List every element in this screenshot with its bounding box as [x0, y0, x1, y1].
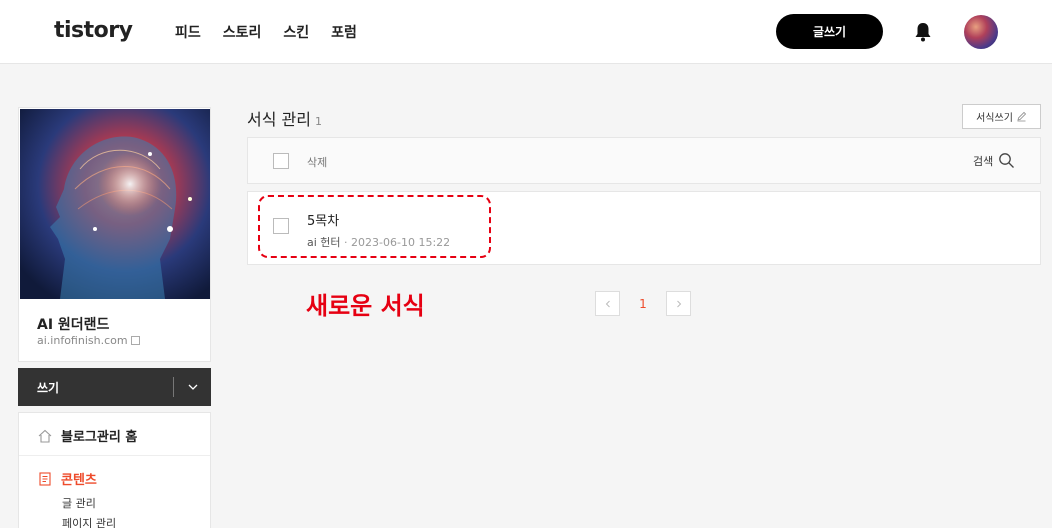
chevron-right-icon — [676, 300, 681, 307]
blog-name: AI 원더랜드 — [37, 317, 110, 333]
select-all-checkbox[interactable] — [273, 153, 289, 169]
blog-cover-image — [20, 109, 210, 299]
search-button[interactable]: 검색 — [973, 152, 1015, 169]
sidebar-write-button[interactable]: 쓰기 — [37, 379, 59, 396]
blog-profile-card: AI 원더랜드 ai.infofinish.com — [18, 107, 211, 362]
annotation-text: 새로운 서식 — [306, 292, 425, 320]
list-toolbar: 삭제 검색 — [247, 137, 1041, 184]
sidebar-item-home[interactable]: 블로그관리 홈 — [37, 426, 137, 445]
blog-url-text[interactable]: ai.infofinish.com — [37, 334, 128, 347]
new-template-label: 서식쓰기 — [976, 113, 1013, 124]
sidebar-subitem-posts[interactable]: 글 관리 — [62, 495, 96, 511]
home-icon — [38, 429, 52, 443]
tistory-logo[interactable]: tistory — [54, 18, 133, 43]
chevron-down-icon[interactable] — [184, 378, 202, 396]
delete-button[interactable]: 삭제 — [307, 154, 327, 170]
nav-feed[interactable]: 피드 — [175, 22, 201, 42]
sidebar-item-label: 콘텐츠 — [61, 473, 97, 488]
pagination: 1 — [595, 291, 691, 316]
write-post-button[interactable]: 글쓰기 — [776, 14, 883, 49]
external-link-icon — [130, 336, 140, 345]
nav-skin[interactable]: 스킨 — [283, 22, 309, 42]
prev-page-button[interactable] — [595, 291, 620, 316]
top-header: tistory 피드 스토리 스킨 포럼 글쓰기 — [0, 0, 1052, 64]
sidebar-menu: 블로그관리 홈 콘텐츠 글 관리 페이지 관리 — [18, 412, 211, 528]
search-label: 검색 — [973, 154, 994, 168]
document-icon — [39, 471, 51, 486]
next-page-button[interactable] — [666, 291, 691, 316]
page-number-current[interactable]: 1 — [620, 297, 666, 311]
blog-url-link[interactable]: ai.infofinish.com — [37, 334, 140, 347]
nav-story[interactable]: 스토리 — [223, 22, 262, 42]
page-title-text: 서식 관리 — [247, 110, 311, 129]
pencil-icon — [1017, 111, 1026, 122]
page-title: 서식 관리 1 — [247, 106, 322, 130]
search-icon — [999, 153, 1015, 168]
sidebar-item-label: 블로그관리 홈 — [61, 430, 138, 445]
highlight-box — [258, 195, 491, 258]
sidebar-write-bar: 쓰기 — [18, 368, 211, 406]
sidebar-subitem-pages[interactable]: 페이지 관리 — [62, 515, 116, 528]
nav-forum[interactable]: 포럼 — [331, 22, 357, 42]
new-template-button[interactable]: 서식쓰기 — [962, 104, 1041, 129]
divider — [173, 377, 174, 397]
template-count: 1 — [314, 115, 322, 128]
sidebar-item-content[interactable]: 콘텐츠 — [37, 469, 97, 488]
chevron-left-icon — [605, 300, 610, 307]
divider — [19, 455, 210, 456]
global-nav: 피드 스토리 스킨 포럼 — [175, 22, 379, 42]
user-avatar[interactable] — [964, 15, 998, 49]
bell-icon[interactable] — [914, 22, 932, 42]
